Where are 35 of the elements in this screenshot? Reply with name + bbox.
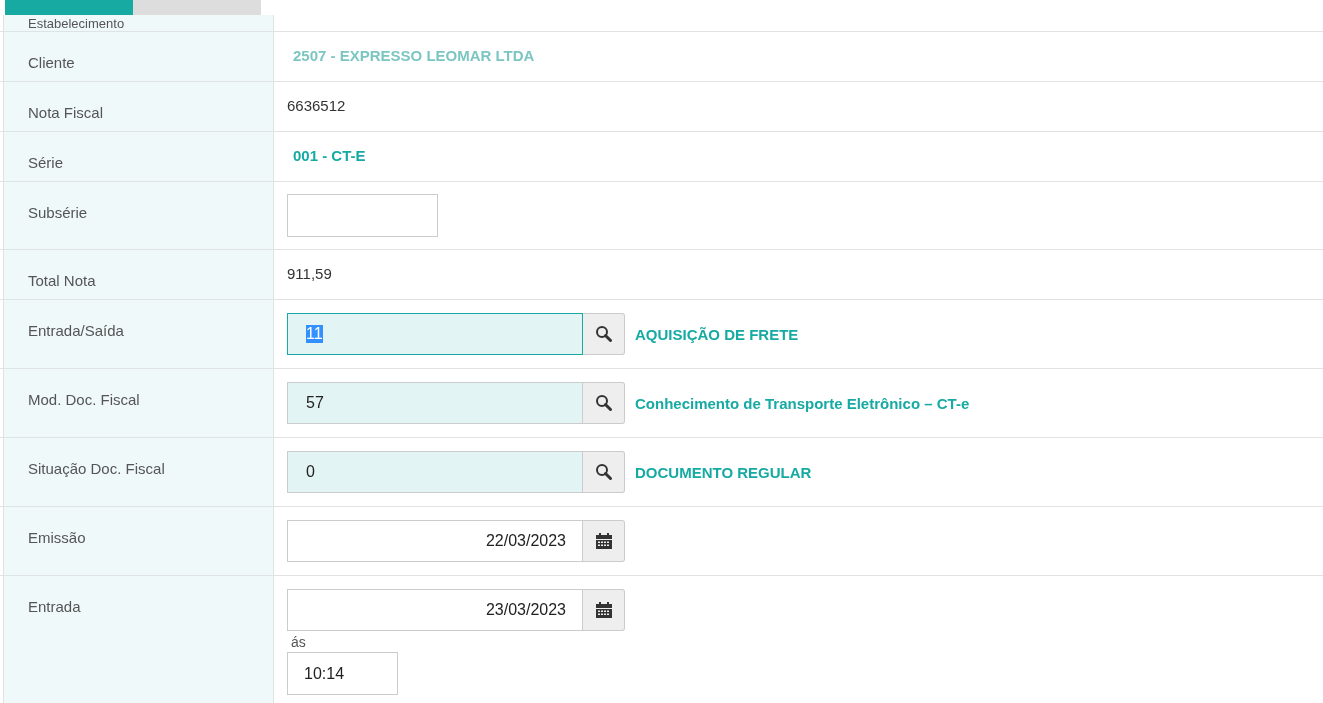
calendar-icon (594, 601, 613, 619)
field-value: 6636512 (287, 97, 347, 114)
lookup-description: Conhecimento de Transporte Eletrônico – CT-e (635, 394, 970, 412)
calendar-button[interactable] (583, 589, 625, 631)
search-button[interactable] (583, 451, 625, 493)
search-icon (594, 394, 613, 412)
field-label: Cliente (28, 54, 75, 71)
field-label: Emissão (28, 529, 86, 546)
field-label: Subsérie (28, 204, 88, 221)
code-field[interactable]: 0 (287, 451, 583, 493)
lookup-description: DOCUMENTO REGULAR (635, 463, 812, 481)
client-value: 2507 - EXPRESSO LEOMAR LTDA (293, 47, 536, 64)
search-icon (594, 325, 613, 343)
time-field[interactable]: 10:14 (287, 652, 398, 695)
field-label: Mod. Doc. Fiscal (28, 391, 140, 408)
field-label: Nota Fiscal (28, 104, 104, 121)
search-icon (594, 463, 613, 481)
calendar-button[interactable] (583, 520, 625, 562)
calendar-icon (594, 532, 613, 550)
search-button[interactable] (583, 382, 625, 424)
input-field[interactable] (287, 194, 438, 237)
field-label: Situação Doc. Fiscal (28, 460, 165, 477)
field-label: Total Nota (28, 272, 96, 289)
field-label: Entrada/Saída (28, 322, 124, 339)
time-label: ás (291, 634, 307, 650)
field-label: Entrada (28, 598, 81, 615)
series-value: 001 - CT-E (292, 147, 367, 164)
field-label: Série (28, 154, 64, 171)
date-field[interactable]: 22/03/2023 (287, 520, 583, 562)
code-field[interactable]: 57 (287, 382, 583, 424)
field-label: Estabelecimento (28, 16, 125, 31)
date-field[interactable]: 23/03/2023 (287, 589, 583, 631)
search-button[interactable] (583, 313, 625, 355)
field-value: 911,59 (287, 265, 333, 282)
lookup-description: AQUISIÇÃO DE FRETE (635, 325, 799, 343)
